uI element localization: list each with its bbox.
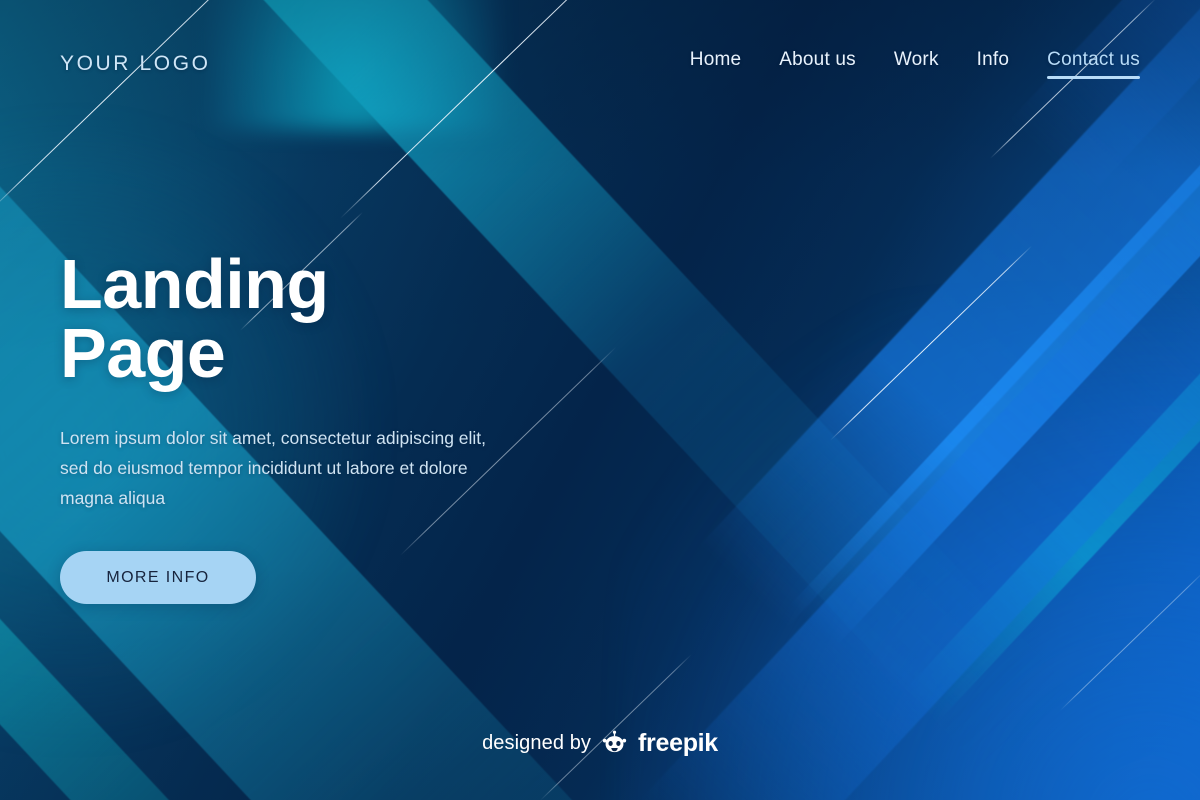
freepik-robot-icon — [601, 730, 628, 757]
site-header: YOUR LOGO Home About us Work Info Contac… — [0, 0, 1200, 128]
hero-title: Landing Page — [60, 245, 620, 392]
nav-item-info[interactable]: Info — [977, 49, 1010, 79]
credit-brand: freepik — [638, 729, 718, 757]
more-info-button[interactable]: MORE INFO — [60, 551, 256, 605]
credit-prefix: designed by — [482, 732, 592, 754]
hero-paragraph: Lorem ipsum dolor sit amet, consectetur … — [60, 428, 487, 509]
landing-page: YOUR LOGO Home About us Work Info Contac… — [0, 0, 1200, 800]
nav-item-about-us[interactable]: About us — [779, 49, 856, 79]
hero-title-line-1: Landing — [60, 245, 329, 323]
nav-item-work[interactable]: Work — [894, 49, 939, 79]
page-content: YOUR LOGO Home About us Work Info Contac… — [0, 0, 1200, 800]
hero-section: Landing Page Lorem ipsum dolor sit amet,… — [60, 245, 620, 605]
nav-item-contact-us[interactable]: Contact us — [1047, 49, 1140, 79]
nav-item-home[interactable]: Home — [690, 49, 741, 79]
site-logo[interactable]: YOUR LOGO — [60, 52, 211, 76]
hero-title-line-2: Page — [60, 313, 226, 392]
designed-by-credit: designed by freepik — [0, 729, 1200, 758]
main-navigation: Home About us Work Info Contact us — [690, 49, 1140, 79]
